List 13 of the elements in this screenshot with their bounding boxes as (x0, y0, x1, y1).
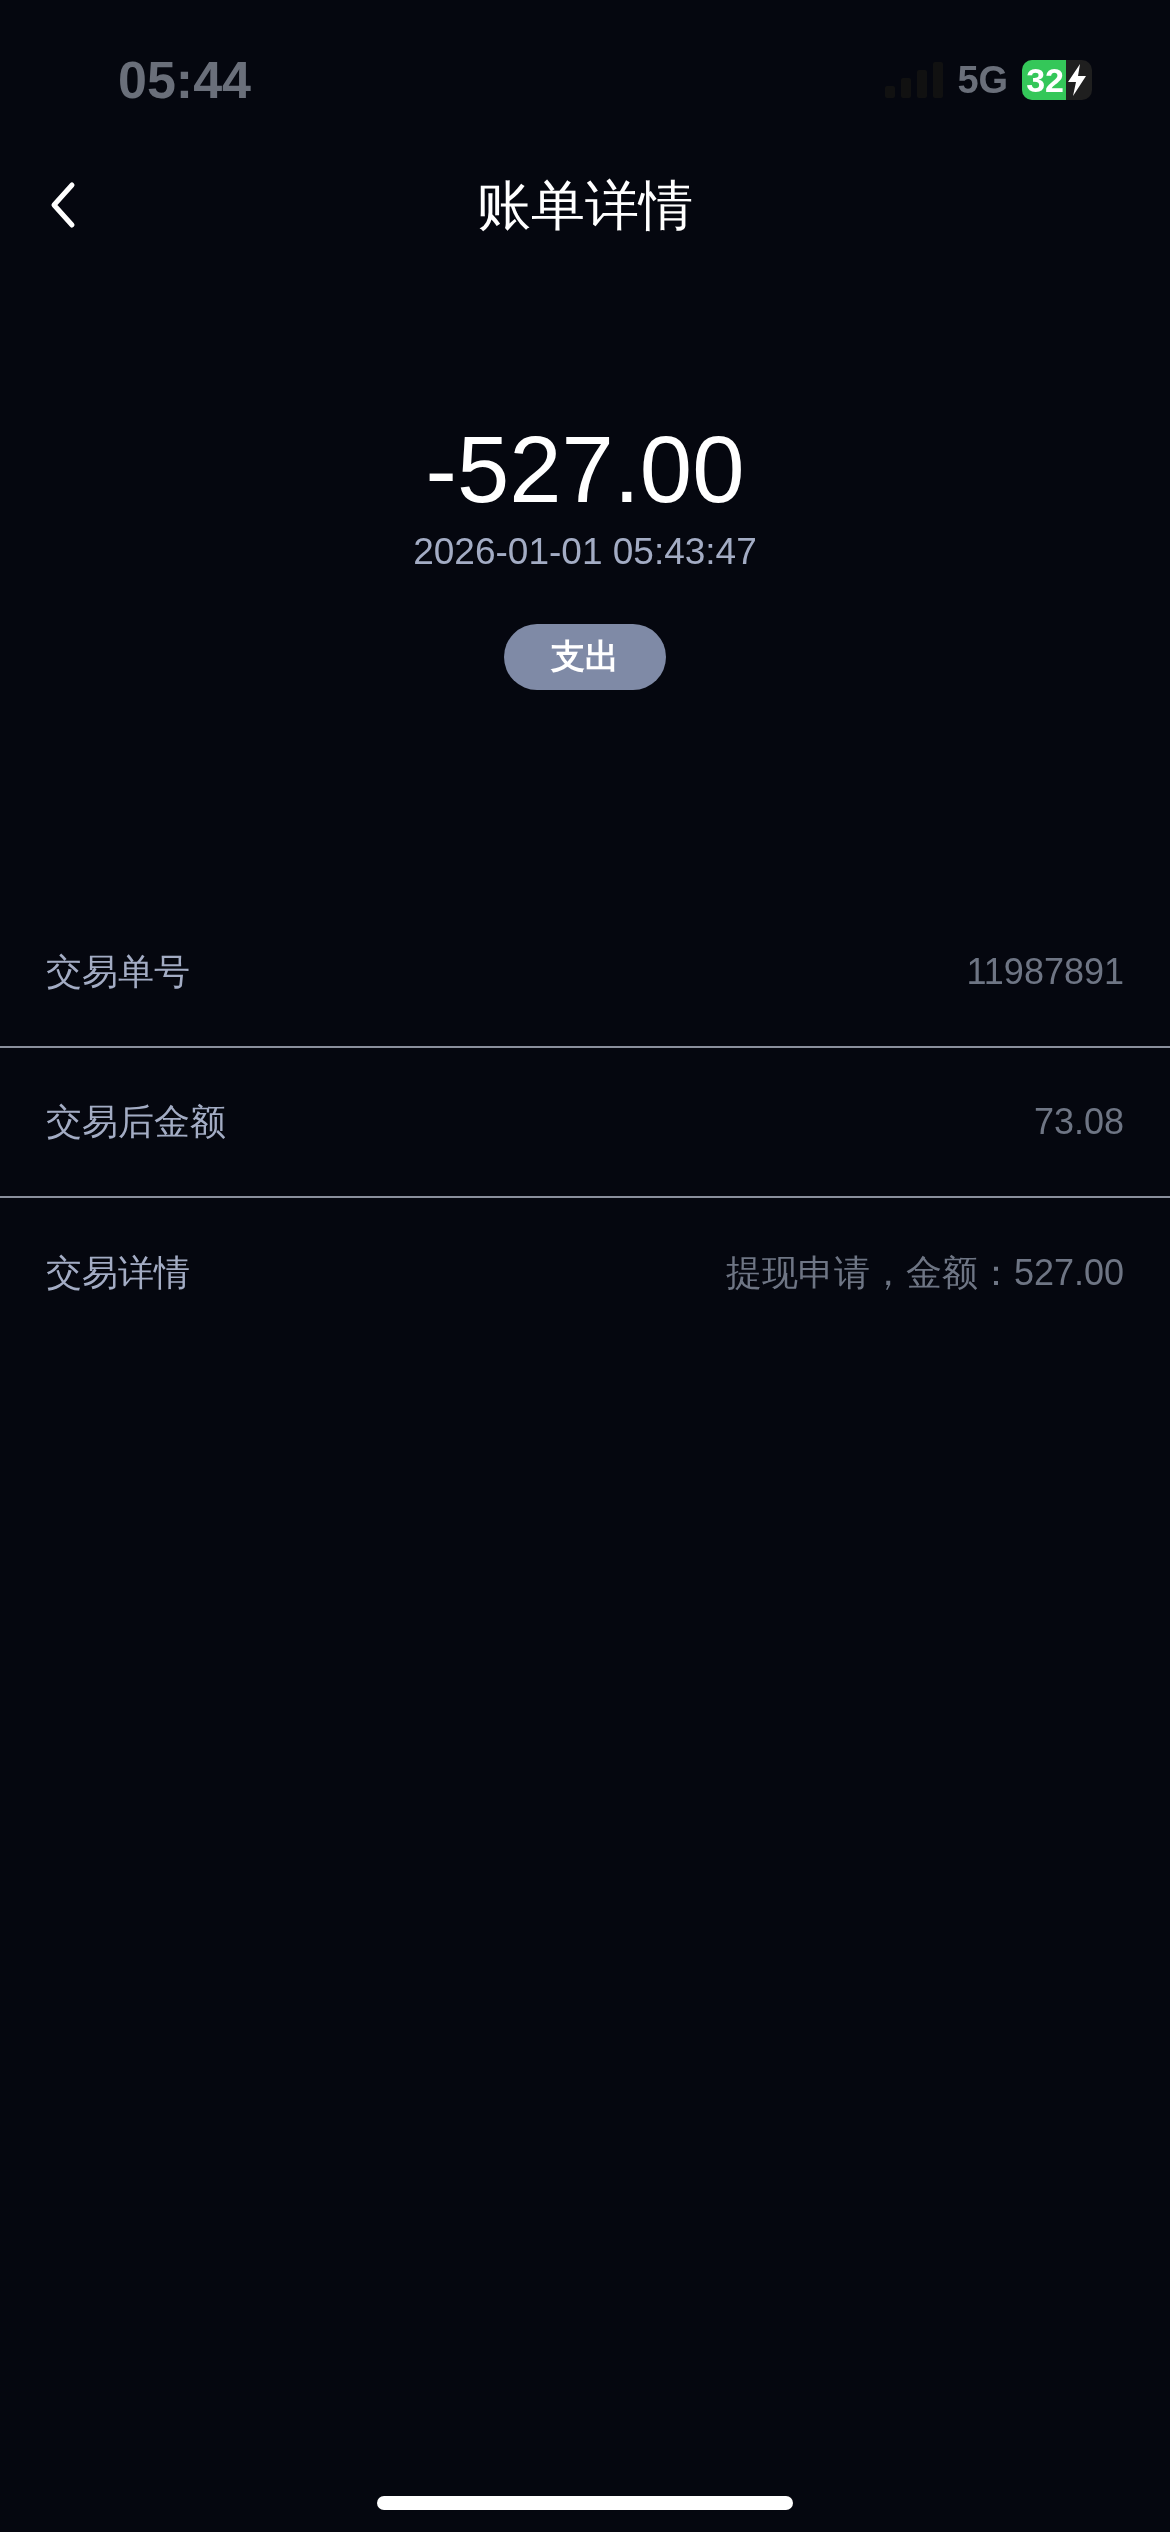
amount: -527.00 (425, 420, 745, 520)
page-title: 账单详情 (477, 173, 693, 237)
detail-label: 交易单号 (46, 949, 190, 994)
type-badge: 支出 (504, 623, 666, 690)
detail-value: 11987891 (966, 949, 1124, 994)
status-time: 05:44 (118, 50, 251, 111)
detail-label: 交易后金额 (46, 1099, 226, 1144)
network-label: 5G (957, 57, 1009, 103)
battery-indicator: 32 (1022, 60, 1092, 100)
detail-value: 73.08 (1033, 1099, 1124, 1144)
detail-label: 交易详情 (46, 1250, 190, 1295)
detail-value: 提现申请，金额：527.00 (725, 1250, 1124, 1295)
transaction-time: 2026-01-01 05:43:47 (413, 530, 757, 574)
